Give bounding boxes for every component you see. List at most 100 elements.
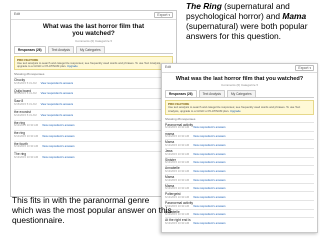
view-answers-link[interactable]: View respondent's answers	[193, 126, 226, 129]
list-item: Saw 8 6/15/2015 5:31 AM View respondent's …	[14, 98, 173, 109]
list-item: At the right end is 6/13/2015 10:33 AM Vie…	[165, 217, 314, 226]
pro-feature-text: Use text analysis to search and categori…	[17, 60, 170, 68]
tab-bar: Responses (26) Text Analysis My Categori…	[165, 90, 314, 99]
tab-my-categories[interactable]: My Categories	[227, 90, 256, 98]
panel-topbar: Edit Export ▾	[162, 64, 317, 73]
list-item: Chucky 6/15/2015 5:31 AM View respondent's…	[14, 77, 173, 88]
list-item: the fourth 6/13/2015 10:33 AM View respond…	[14, 140, 173, 152]
view-answers-link[interactable]: View respondent's answers	[193, 196, 226, 199]
responses-panel-left: Edit Export ▾ What was the last horror f…	[10, 10, 177, 197]
list-item: Mama 6/13/2015 10:33 AM View respondent's …	[165, 182, 314, 192]
response-date: 6/13/2015 10:33 AM	[165, 178, 190, 182]
response-date: 6/14/2015 5:31 AM	[14, 113, 37, 117]
tab-responses[interactable]: Responses (26)	[165, 90, 197, 98]
response-meta: 6/14/2015 10:33 AM View respondent's answ…	[14, 134, 173, 139]
response-date: 6/13/2015 10:33 AM	[165, 126, 190, 130]
list-item: Annabelle 6/13/2015 10:33 AM View responde…	[165, 165, 314, 174]
panel-topbar: Edit Export ▾	[11, 11, 176, 20]
list-item: Jaws 6/13/2015 10:33 AM View respondent's …	[165, 147, 314, 157]
pro-feature-banner: PRO FEATURE Use text analysis to search …	[14, 55, 173, 71]
response-date: 6/13/2015 10:33 AM	[14, 145, 39, 149]
caption-film-1: The Ring	[186, 1, 222, 11]
export-button[interactable]: Export ▾	[154, 12, 173, 18]
edit-link[interactable]: Edit	[14, 12, 20, 16]
view-answers-link[interactable]: View respondent's answers	[41, 82, 74, 85]
list-item: Mama 6/13/2015 10:33 AM View respondent's …	[165, 173, 314, 183]
view-answers-link[interactable]: View respondent's answers	[193, 153, 226, 156]
response-meta: 6/15/2015 5:31 AM View respondent's answe…	[14, 103, 173, 107]
question-title: What was the last horror film that you w…	[42, 23, 145, 38]
question-meta[interactable]: Comments (0) Categorize ▾	[162, 83, 317, 87]
caption-popular-answers: The Ring (supernatural and psychological…	[186, 1, 320, 41]
response-date: 6/13/2015 10:33 AM	[14, 124, 39, 128]
tab-my-categories[interactable]: My Categories	[76, 45, 105, 53]
response-meta: 6/13/2015 10:33 AM View respondent's answ…	[14, 145, 173, 149]
response-date: 6/13/2015 10:33 AM	[165, 152, 190, 156]
view-answers-link[interactable]: View respondent's answers	[193, 205, 226, 208]
upgrade-link[interactable]: Upgrade	[67, 64, 78, 68]
view-answers-link[interactable]: View respondent's answers	[41, 114, 74, 117]
pro-feature-body: Use text analysis to search and categori…	[17, 60, 162, 68]
list-item: The ring 6/13/2015 10:33 AM View responden…	[14, 151, 173, 162]
list-item: the ring 6/14/2015 10:33 AM View responden…	[14, 130, 173, 141]
caption-paranormal-genre: This fits in with the paranormal genre w…	[12, 195, 172, 226]
response-meta: 6/14/2015 5:31 AM View respondent's answe…	[14, 113, 173, 118]
showing-count: Showing 26 responses	[165, 116, 196, 121]
chevron-down-icon: ▾	[309, 66, 311, 70]
view-answers-link[interactable]: View respondent's answers	[42, 145, 75, 148]
response-date: 6/13/2015 10:33 AM	[165, 135, 190, 139]
list-item: the exorcist 6/14/2015 5:31 AM View respon…	[14, 108, 173, 120]
export-button[interactable]: Export ▾	[295, 65, 314, 71]
view-answers-link[interactable]: View respondent's answers	[42, 156, 75, 159]
list-item: Sinister 6/13/2015 10:33 AM View responden…	[165, 156, 314, 166]
tab-text-analysis[interactable]: Text Analysis	[47, 45, 74, 53]
view-answers-link[interactable]: View respondent's answers	[193, 144, 226, 147]
list-item: Quija board 6/15/2015 5:31 AM View respond…	[14, 87, 173, 99]
response-list: Chucky 6/15/2015 5:31 AM View respondent's…	[11, 77, 176, 162]
upgrade-link[interactable]: Upgrade	[230, 109, 241, 113]
view-answers-link[interactable]: View respondent's answers	[41, 92, 74, 95]
list-item: Paranormal activity 6/13/2015 10:33 AM Vie…	[165, 200, 314, 209]
list-item: Mama 6/13/2015 10:33 AM View respondent's …	[165, 139, 314, 148]
caption-part-2: (supernatural) were both popular answers…	[186, 21, 308, 42]
response-meta: 6/13/2015 10:33 AM View respondent's answ…	[165, 222, 314, 226]
caption-film-2: Mama	[282, 11, 307, 22]
view-answers-link[interactable]: View respondent's answers	[193, 170, 226, 173]
view-answers-link[interactable]: View respondent's answers	[193, 187, 226, 190]
list-item: mama 6/13/2015 10:33 AM View respondent's …	[165, 130, 314, 140]
view-answers-link[interactable]: View respondent's answers	[193, 222, 226, 225]
response-meta: 6/13/2015 10:33 AM View respondent's answ…	[14, 155, 173, 160]
view-answers-link[interactable]: View respondent's answers	[193, 213, 226, 216]
response-meta: 6/15/2015 5:31 AM View respondent's answe…	[14, 81, 173, 86]
export-label: Export	[157, 13, 168, 17]
view-answers-link[interactable]: View respondent's answers	[42, 135, 75, 138]
view-answers-link[interactable]: View respondent's answers	[193, 179, 226, 182]
response-meta: 6/13/2015 10:33 AM View respondent's answ…	[14, 124, 173, 128]
response-date: 6/13/2015 10:33 AM	[14, 155, 39, 159]
export-label: Export	[298, 66, 309, 70]
response-date: 6/13/2015 10:33 AM	[165, 187, 190, 191]
pro-feature-banner: PRO FEATURE Use text analysis to search …	[165, 100, 314, 115]
view-answers-link[interactable]: View respondent's answers	[193, 135, 226, 138]
list-item: Paranormal activity 6/13/2015 10:33 AM Vie…	[165, 121, 314, 131]
view-answers-link[interactable]: View respondent's answers	[41, 103, 74, 106]
pro-feature-text: Use text analysis to search and categori…	[168, 106, 311, 113]
tab-text-analysis[interactable]: Text Analysis	[198, 90, 225, 98]
question-title: What was the last horror film that you w…	[175, 76, 304, 82]
edit-link[interactable]: Edit	[165, 65, 171, 69]
view-answers-link[interactable]: View respondent's answers	[42, 124, 75, 127]
responses-panel-right: Edit Export ▾ What was the last horror f…	[161, 63, 318, 233]
showing-count: Showing 26 responses	[14, 72, 45, 77]
response-meta: 6/15/2015 5:31 AM View respondent's answe…	[14, 92, 173, 96]
response-date: 6/15/2015 5:31 AM	[14, 81, 37, 85]
response-date: 6/13/2015 10:33 AM	[165, 161, 190, 165]
response-date: 6/15/2015 5:31 AM	[14, 92, 37, 96]
tab-responses[interactable]: Responses (26)	[14, 45, 46, 53]
question-meta[interactable]: Comments (0) Categorize ▾	[11, 39, 176, 43]
list-item: Annabelle 6/13/2015 10:33 AM View responde…	[165, 208, 314, 218]
list-item: Poltergeist 6/13/2015 10:33 AM View respon…	[165, 191, 314, 200]
response-date: 6/14/2015 10:33 AM	[14, 134, 39, 138]
view-answers-link[interactable]: View respondent's answers	[193, 161, 226, 164]
response-date: 6/13/2015 10:33 AM	[165, 143, 190, 147]
tab-bar: Responses (26) Text Analysis My Categori…	[14, 45, 173, 54]
